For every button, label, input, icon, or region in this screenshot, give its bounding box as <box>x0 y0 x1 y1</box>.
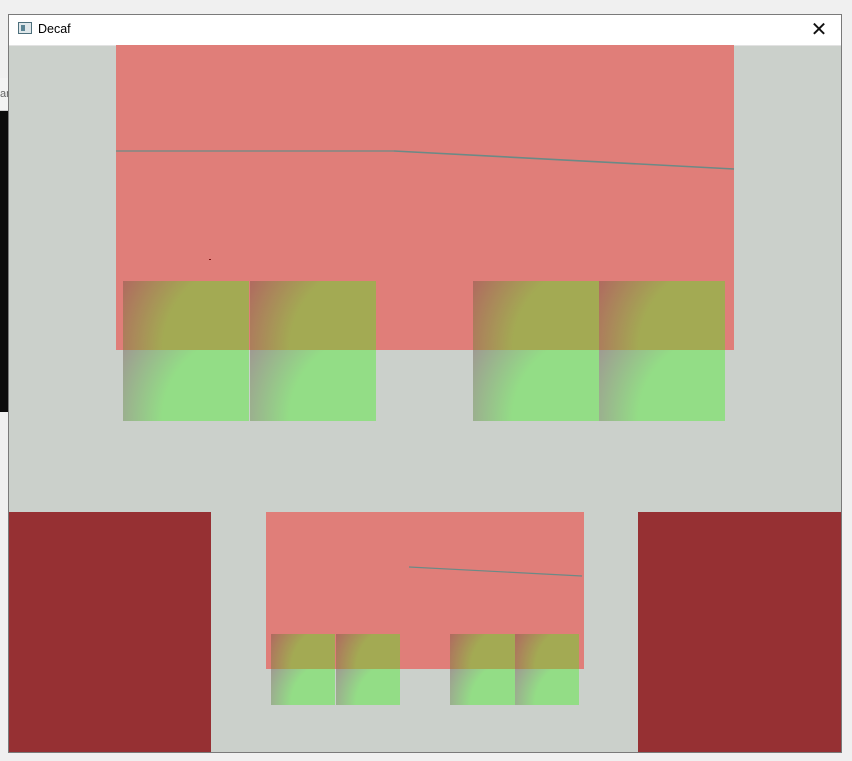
lower-left-tile-3 <box>271 669 335 705</box>
lower-left-tile-1 <box>271 634 335 669</box>
title-bar[interactable]: Decaf ✕ <box>9 15 841 46</box>
lower-left-tile-4 <box>336 669 400 705</box>
close-button[interactable]: ✕ <box>797 15 841 45</box>
lower-scene-lines <box>408 566 583 577</box>
lower-left-tile-2 <box>336 634 400 669</box>
lower-right-tile-4 <box>515 669 579 705</box>
app-window-icon <box>18 22 32 34</box>
lower-right-tile-3 <box>450 669 515 705</box>
decaf-window: Decaf ✕ <box>8 14 842 753</box>
window-title: Decaf <box>38 22 71 36</box>
lower-right-tile-1 <box>450 634 515 669</box>
render-canvas[interactable] <box>9 45 841 752</box>
lower-line <box>408 566 583 577</box>
lower-right-tile-2 <box>515 634 579 669</box>
